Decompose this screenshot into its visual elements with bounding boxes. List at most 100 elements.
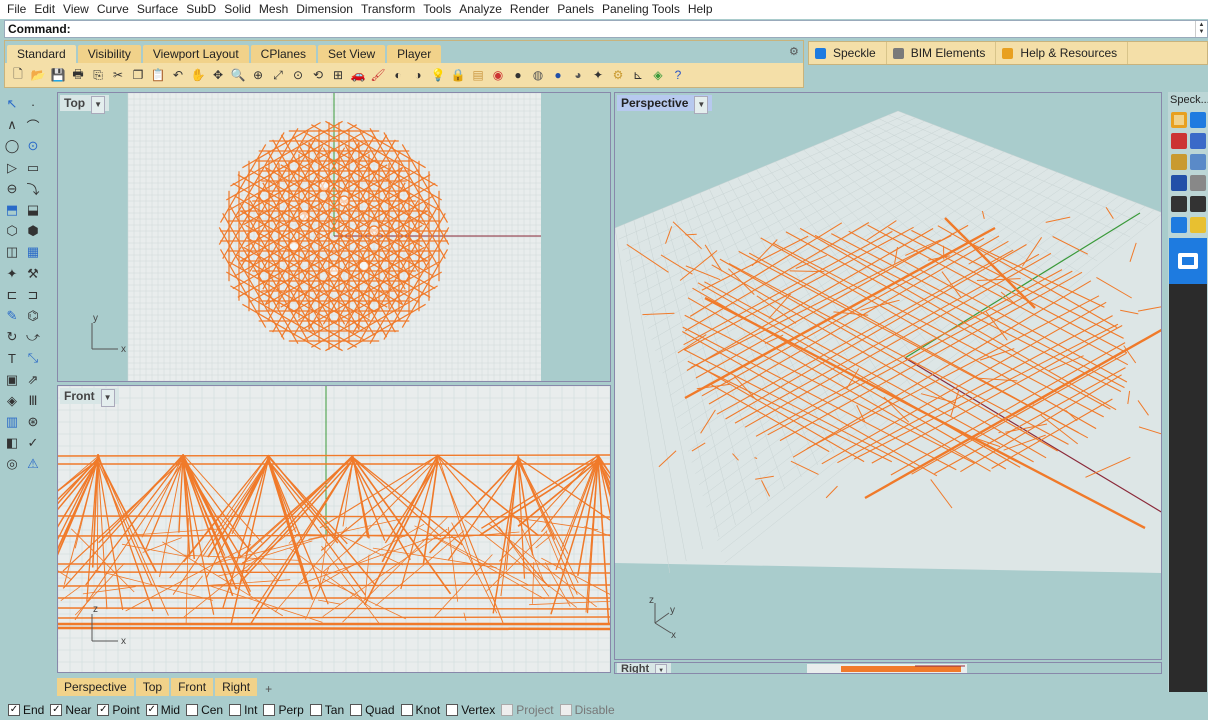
osnap-point-checkbox[interactable]: ✓ [97, 704, 110, 716]
plugin-tab-speckle[interactable]: Speckle [809, 42, 887, 64]
text-icon[interactable]: ✎ [3, 307, 21, 325]
move-icon[interactable]: ✥ [209, 66, 227, 84]
gear-icon[interactable]: ⚙ [609, 66, 627, 84]
check-icon[interactable]: ✓ [24, 434, 42, 452]
viewport-tab-front[interactable]: Front [171, 678, 214, 696]
pan-hand-icon[interactable]: ✋ [189, 66, 207, 84]
light-icon[interactable]: 💡 [429, 66, 447, 84]
osnap-int-checkbox[interactable] [229, 704, 242, 716]
lock-icon[interactable]: 🔒 [449, 66, 467, 84]
move-icon[interactable]: ⤡ [24, 349, 42, 367]
osnap-near-checkbox[interactable]: ✓ [50, 704, 63, 716]
chevron-down-icon[interactable]: ▼ [655, 664, 668, 673]
loft-icon[interactable]: ⬓ [24, 201, 42, 219]
menu-analyze[interactable]: Analyze [456, 0, 507, 19]
viewport-tab-right[interactable]: Right [215, 678, 258, 696]
ellipse-icon[interactable]: ⊖ [3, 180, 21, 198]
snap-icon[interactable]: ◎ [3, 455, 21, 473]
chevron-down-icon[interactable]: ▼ [100, 389, 115, 407]
osnap-perp-checkbox[interactable] [263, 704, 276, 716]
paste-icon[interactable]: 📋 [149, 66, 167, 84]
menu-curve[interactable]: Curve [94, 0, 134, 19]
rectangle-icon[interactable]: ▭ [24, 159, 42, 177]
group-icon[interactable]: ▣ [3, 371, 21, 389]
menu-tools[interactable]: Tools [420, 0, 456, 19]
paint-icon[interactable] [1171, 154, 1187, 170]
osnap-quad[interactable]: Quad [350, 703, 395, 717]
light-icon[interactable]: ✦ [3, 265, 21, 283]
arc-icon[interactable]: ⊙ [24, 137, 42, 155]
paint-icon[interactable]: 🖌 [369, 66, 387, 84]
leader-icon[interactable]: ⊐ [24, 286, 42, 304]
tab-standard[interactable]: Standard [7, 45, 76, 63]
analyze-icon[interactable]: ⊛ [24, 413, 42, 431]
viewport-tab-top[interactable]: Top [135, 678, 170, 696]
osnap-point[interactable]: ✓ Point [97, 703, 140, 717]
osnap-vertex[interactable]: Vertex [446, 703, 495, 717]
color-wheel-icon[interactable]: ◉ [489, 66, 507, 84]
material-sphere-icon[interactable]: ◍ [529, 66, 547, 84]
copy-icon[interactable]: ⇗ [24, 371, 42, 389]
point-icon[interactable]: · [24, 95, 42, 113]
zoom-selected-icon[interactable]: ⊙ [289, 66, 307, 84]
import-icon[interactable]: ⎘ [89, 66, 107, 84]
grad-cap-icon[interactable] [1190, 196, 1206, 212]
osnap-perp[interactable]: Perp [263, 703, 304, 717]
extrude-icon[interactable]: ⬒ [3, 201, 21, 219]
doc-icon[interactable] [1190, 175, 1206, 191]
viewport-perspective-label[interactable]: Perspective ▼ [617, 95, 713, 114]
warning-icon[interactable]: ⚠ [24, 455, 42, 473]
dimension-icon[interactable]: ⊾ [629, 66, 647, 84]
osnap-vertex-checkbox[interactable] [446, 704, 459, 716]
osnap-project[interactable]: Project [501, 703, 554, 717]
command-input[interactable] [70, 22, 1195, 36]
chevron-down-icon[interactable]: ▼ [91, 96, 106, 114]
osnap-quad-checkbox[interactable] [350, 704, 363, 716]
layer-icon[interactable]: ▤ [469, 66, 487, 84]
tab-viewport-layout[interactable]: Viewport Layout [142, 45, 249, 63]
osnap-project-checkbox[interactable] [501, 704, 514, 716]
chevron-down-icon[interactable]: ▼ [694, 96, 709, 114]
zoom-extents-icon[interactable]: ⤢ [269, 66, 287, 84]
toolbar-gear-icon[interactable]: ⚙ [789, 45, 799, 58]
render-sphere-icon[interactable]: ● [509, 66, 527, 84]
osnap-int[interactable]: Int [229, 703, 257, 717]
panel-icon[interactable] [1171, 217, 1187, 233]
tools-icon[interactable]: ⚒ [24, 265, 42, 283]
plugin-tab-help-resources[interactable]: Help & Resources [996, 42, 1129, 64]
array-icon[interactable]: Ⅲ [24, 392, 42, 410]
grid-icon[interactable]: ▥ [3, 413, 21, 431]
menu-solid[interactable]: Solid [221, 0, 256, 19]
menu-subd[interactable]: SubD [183, 0, 221, 19]
new-file-icon[interactable]: 🗋 [9, 66, 27, 84]
menu-panels[interactable]: Panels [554, 0, 599, 19]
zoom-icon[interactable]: 🔍 [229, 66, 247, 84]
print-icon[interactable]: 🖶 [69, 66, 87, 84]
rotate-view-icon[interactable]: ⟲ [309, 66, 327, 84]
dimension-icon[interactable]: ⊏ [3, 286, 21, 304]
viewport-tab-perspective[interactable]: Perspective [57, 678, 134, 696]
text-tool-icon[interactable]: T [3, 349, 21, 367]
render-icon[interactable]: ◧ [3, 434, 21, 452]
osnap-cen[interactable]: Cen [186, 703, 223, 717]
osnap-knot[interactable]: Knot [400, 703, 440, 717]
camera-sphere-icon[interactable]: ◕ [569, 66, 587, 84]
grasshopper-icon[interactable]: ◈ [649, 66, 667, 84]
tab-cplanes[interactable]: CPlanes [250, 45, 317, 63]
viewport-front[interactable]: Front ▼ xz [57, 385, 611, 673]
box-icon[interactable]: ⬡ [3, 222, 21, 240]
osnap-near[interactable]: ✓ Near [50, 703, 91, 717]
polyline-icon[interactable]: ∧ [3, 116, 21, 134]
sphere-icon[interactable]: ⬢ [24, 222, 42, 240]
color-wheel-icon[interactable] [1190, 112, 1206, 128]
tab-set-view[interactable]: Set View [318, 45, 386, 63]
osnap-mid[interactable]: ✓ Mid [145, 703, 180, 717]
osnap-disable-checkbox[interactable] [559, 704, 572, 716]
hide-icon[interactable]: ◐ [389, 66, 407, 84]
osnap-tan-checkbox[interactable] [309, 704, 322, 716]
menu-edit[interactable]: Edit [31, 0, 60, 19]
menu-view[interactable]: View [60, 0, 94, 19]
menu-paneling-tools[interactable]: Paneling Tools [599, 0, 685, 19]
four-views-icon[interactable]: ⊞ [329, 66, 347, 84]
osnap-end[interactable]: ✓ End [8, 703, 44, 717]
